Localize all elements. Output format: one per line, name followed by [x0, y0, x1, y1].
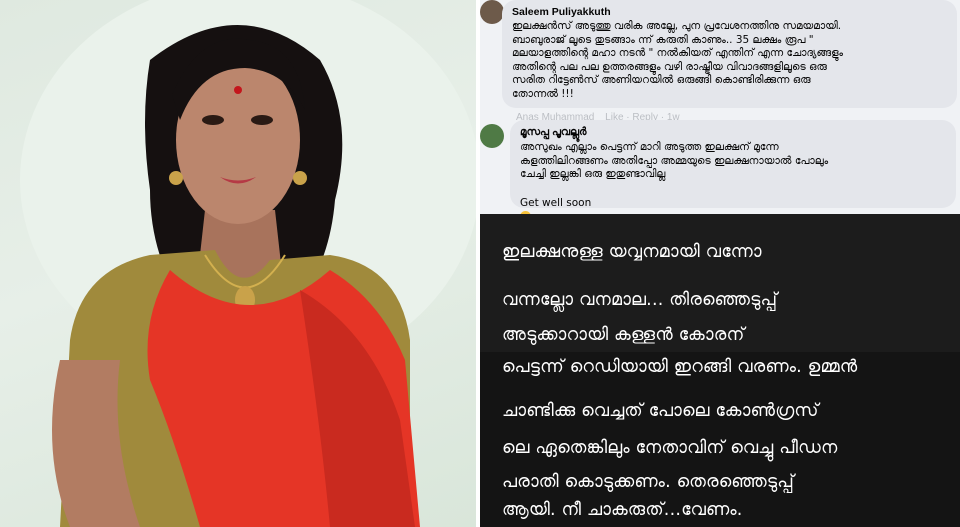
- facebook-comments: Saleem Puliyakkuth ഇലക്ഷൻസ് അടുത്തു വരിക…: [480, 0, 960, 214]
- comments-screenshot: Saleem Puliyakkuth ഇലക്ഷൻസ് അടുത്തു വരിക…: [480, 0, 960, 527]
- caption-line: പെട്ടന്ന് റെഡിയായി ഇറങ്ങി വരണം. ഉമ്മൻ: [502, 357, 858, 377]
- caption-line: ആയി. നീ ചാകരുത്...വേണം.: [502, 500, 743, 520]
- caption-line: അടുക്കാറായി കള്ളൻ കോരന്: [502, 325, 745, 345]
- caption-block-lower: പെട്ടന്ന് റെഡിയായി ഇറങ്ങി വരണം. ഉമ്മൻ ചാ…: [480, 352, 960, 527]
- comment-bubble: Saleem Puliyakkuth ഇലക്ഷൻസ് അടുത്തു വരിക…: [502, 0, 957, 108]
- comment-extra: Get well soon: [520, 197, 592, 209]
- comment-text: ഇലക്ഷൻസ് അടുത്തു വരിക അല്ലേ, പുന പ്രവേശന…: [512, 20, 844, 100]
- comment-text: അസുഖം എല്ലാം പെട്ടന്ന് മാറി അടുത്ത ഇലക്ഷ…: [520, 141, 829, 180]
- comment-author[interactable]: മൂസപ്പ പൂവല്ലൂർ: [520, 126, 946, 139]
- profile-photo: [0, 0, 476, 527]
- caption-line: ലെ ഏതെങ്കിലും നേതാവിന് വെച്ചു പീഡന: [502, 438, 838, 458]
- comment-bubble: മൂസപ്പ പൂവല്ലൂർ അസുഖം എല്ലാം പെട്ടന്ന് മ…: [510, 120, 956, 214]
- comment-author[interactable]: Saleem Puliyakkuth: [512, 6, 947, 18]
- caption-line: വന്നല്ലോ വനമാല... തിരഞ്ഞെടുപ്പ്: [502, 290, 778, 310]
- caption-line: ഇലക്ഷനുള്ള യവ്വനമായി വന്നോ: [502, 242, 762, 262]
- commenter-avatar[interactable]: [480, 124, 504, 148]
- commenter-avatar[interactable]: [480, 0, 504, 24]
- caption-line: പരാതി കൊടുക്കണം. തെരഞ്ഞെടുപ്പ്: [502, 472, 795, 492]
- caption-line: ചാണ്ടിക്കു വെച്ചത് പോലെ കോൺഗ്രസ്: [502, 401, 819, 421]
- woman-photo-illustration: [20, 0, 476, 527]
